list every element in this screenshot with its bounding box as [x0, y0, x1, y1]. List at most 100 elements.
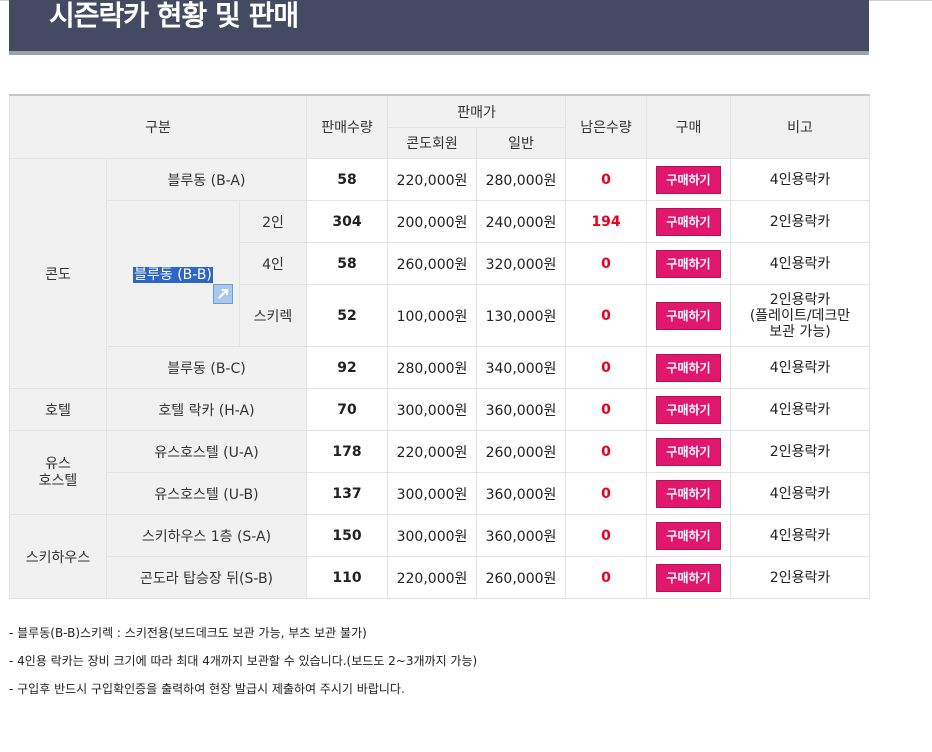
sold-qty: 137: [306, 472, 388, 515]
sold-qty: 150: [306, 514, 388, 557]
table-row: 호텔 호텔 락카 (H-A) 70 300,000원 360,000원 0 구매…: [9, 388, 871, 431]
group-youth-hostel: 유스 호스텔: [9, 430, 107, 515]
header-note: 비고: [730, 94, 871, 159]
remaining-qty: 0: [565, 158, 648, 201]
remaining-qty: 0: [565, 242, 648, 285]
general-price: 130,000원: [475, 284, 567, 347]
locker-name: 블루동 (B-C): [106, 346, 307, 389]
note-line: - 4인용 락카는 장비 크기에 따라 최대 4개까지 보관할 수 있습니다.(…: [9, 654, 478, 668]
buy-cell: 구매하기: [646, 388, 732, 431]
header-buy: 구매: [646, 94, 732, 159]
group-condo: 콘도: [9, 158, 107, 389]
note: 2인용락카: [730, 200, 871, 243]
buy-cell: 구매하기: [646, 242, 732, 285]
locker-name-bb-label: 블루동 (B-B): [133, 266, 213, 283]
buy-cell: 구매하기: [646, 346, 732, 389]
general-price: 360,000원: [475, 388, 567, 431]
remaining-qty: 0: [565, 346, 648, 389]
buy-button[interactable]: 구매하기: [656, 207, 721, 236]
note: 4인용락카: [730, 472, 871, 515]
table-row: 스키하우스 스키하우스 1층 (S-A) 150 300,000원 360,00…: [9, 514, 871, 599]
condo-price: 300,000원: [387, 514, 477, 557]
locker-name: 호텔 락카 (H-A): [106, 388, 307, 431]
header-price: 판매가: [386, 94, 567, 128]
buy-button[interactable]: 구매하기: [656, 437, 721, 466]
sold-qty: 58: [306, 158, 388, 201]
note: 2인용락카: [730, 556, 871, 599]
general-price: 280,000원: [475, 158, 567, 201]
general-price: 260,000원: [475, 556, 567, 599]
locker-name: 스키하우스 1층 (S-A): [106, 514, 307, 557]
table-row: 곤도라 탑승장 뒤(S-B) 110 220,000원 260,000원 0 구…: [10, 556, 871, 599]
notes-section: - 블루동(B-B)스키렉 : 스키전용(보드데크도 보관 가능, 부츠 보관 …: [9, 625, 477, 709]
sold-qty: 304: [306, 200, 388, 243]
buy-cell: 구매하기: [646, 158, 732, 201]
note: 4인용락카: [730, 388, 871, 431]
buy-button[interactable]: 구매하기: [656, 301, 721, 330]
condo-price: 260,000원: [387, 242, 477, 285]
note-line: - 구입후 반드시 구입확인증을 출력하여 현장 발급시 제출하여 주시기 바랍…: [9, 682, 405, 696]
table-row: 블루동 (B-B) 2인 304 200,000원 240,000원 194 구…: [10, 200, 871, 347]
locker-name: 유스호스텔 (U-A): [106, 430, 307, 473]
note: 4인용락카: [730, 346, 871, 389]
buy-cell: 구매하기: [646, 284, 732, 347]
header-category: 구분: [9, 94, 307, 159]
general-price: 240,000원: [475, 200, 567, 243]
condo-price: 220,000원: [387, 430, 477, 473]
general-price: 260,000원: [475, 430, 567, 473]
locker-name: 곤도라 탑승장 뒤(S-B): [106, 556, 307, 599]
sold-qty: 70: [306, 388, 388, 431]
locker-subtype: 2인: [239, 200, 307, 243]
general-price: 340,000원: [475, 346, 567, 389]
buy-button[interactable]: 구매하기: [656, 563, 721, 592]
selection-arrow-icon[interactable]: [213, 283, 234, 304]
buy-button[interactable]: 구매하기: [656, 395, 721, 424]
note: 2인용락카: [730, 430, 871, 473]
remaining-qty: 0: [565, 514, 648, 557]
header-general: 일반: [475, 127, 567, 159]
sold-qty: 92: [306, 346, 388, 389]
header-remaining: 남은수량: [565, 94, 648, 159]
locker-subtype: 4인: [239, 242, 307, 285]
group-hotel: 호텔: [9, 388, 107, 431]
condo-price: 300,000원: [387, 388, 477, 431]
locker-name: 블루동 (B-A): [106, 158, 307, 201]
condo-price: 300,000원: [387, 472, 477, 515]
condo-price: 200,000원: [387, 200, 477, 243]
header-condo-member: 콘도회원: [387, 127, 477, 159]
sold-qty: 178: [306, 430, 388, 473]
remaining-qty: 0: [565, 388, 648, 431]
locker-subtype: 스키렉: [239, 284, 307, 347]
note: 2인용락카 (플레이트/데크만 보관 가능): [730, 284, 871, 347]
buy-cell: 구매하기: [646, 472, 732, 515]
condo-price: 220,000원: [387, 158, 477, 201]
buy-button[interactable]: 구매하기: [656, 353, 721, 382]
buy-cell: 구매하기: [646, 556, 732, 599]
remaining-qty: 194: [565, 200, 648, 243]
note: 4인용락카: [730, 242, 871, 285]
condo-price: 100,000원: [387, 284, 477, 347]
remaining-qty: 0: [565, 284, 648, 347]
table-row: 유스 호스텔 유스호스텔 (U-A) 178 220,000원 260,000원…: [9, 430, 871, 515]
page-header: 시즌락카 현황 및 판매: [9, 0, 869, 55]
group-ski-house: 스키하우스: [9, 514, 107, 599]
locker-name-bb: 블루동 (B-B): [106, 200, 240, 347]
buy-cell: 구매하기: [646, 430, 732, 473]
remaining-qty: 0: [565, 556, 648, 599]
remaining-qty: 0: [565, 472, 648, 515]
buy-button[interactable]: 구매하기: [656, 249, 721, 278]
buy-button[interactable]: 구매하기: [656, 165, 721, 194]
condo-price: 220,000원: [387, 556, 477, 599]
table-row: 유스호스텔 (U-B) 137 300,000원 360,000원 0 구매하기…: [10, 472, 871, 515]
locker-table: 구분 판매수량 판매가 남은수량 구매 비고 콘도회원 일반 콘도 블루동 (B…: [9, 94, 871, 599]
condo-price: 280,000원: [387, 346, 477, 389]
general-price: 360,000원: [475, 472, 567, 515]
buy-button[interactable]: 구매하기: [656, 521, 721, 550]
buy-cell: 구매하기: [646, 200, 732, 243]
locker-name: 유스호스텔 (U-B): [106, 472, 307, 515]
buy-button[interactable]: 구매하기: [656, 479, 721, 508]
note-line: - 블루동(B-B)스키렉 : 스키전용(보드데크도 보관 가능, 부츠 보관 …: [9, 626, 367, 640]
note: 4인용락카: [730, 158, 871, 201]
general-price: 320,000원: [475, 242, 567, 285]
table-row: 콘도 블루동 (B-A) 58 220,000원 280,000원 0 구매하기…: [9, 158, 871, 389]
